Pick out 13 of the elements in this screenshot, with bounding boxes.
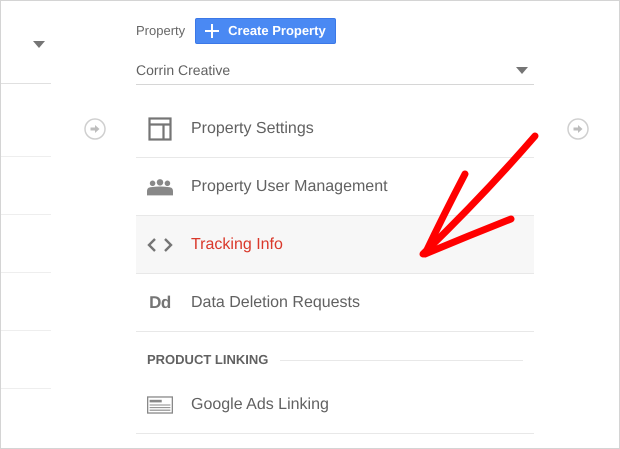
menu-item[interactable]: Tracking Info bbox=[136, 216, 534, 274]
ad-panel-icon bbox=[147, 394, 173, 414]
create-property-button[interactable]: Create Property bbox=[195, 18, 336, 44]
plus-icon bbox=[205, 24, 220, 38]
dropdown-caret-icon[interactable] bbox=[516, 67, 528, 74]
property-label: Property bbox=[136, 22, 186, 40]
section-heading: PRODUCT LINKING bbox=[147, 351, 268, 370]
dropdown-caret-icon[interactable] bbox=[33, 40, 45, 48]
property-select[interactable]: Corrin Creative bbox=[136, 57, 534, 85]
people-icon bbox=[147, 178, 173, 196]
layout-icon bbox=[148, 116, 172, 140]
code-icon bbox=[147, 236, 173, 252]
dd-icon: Dd bbox=[149, 294, 171, 311]
